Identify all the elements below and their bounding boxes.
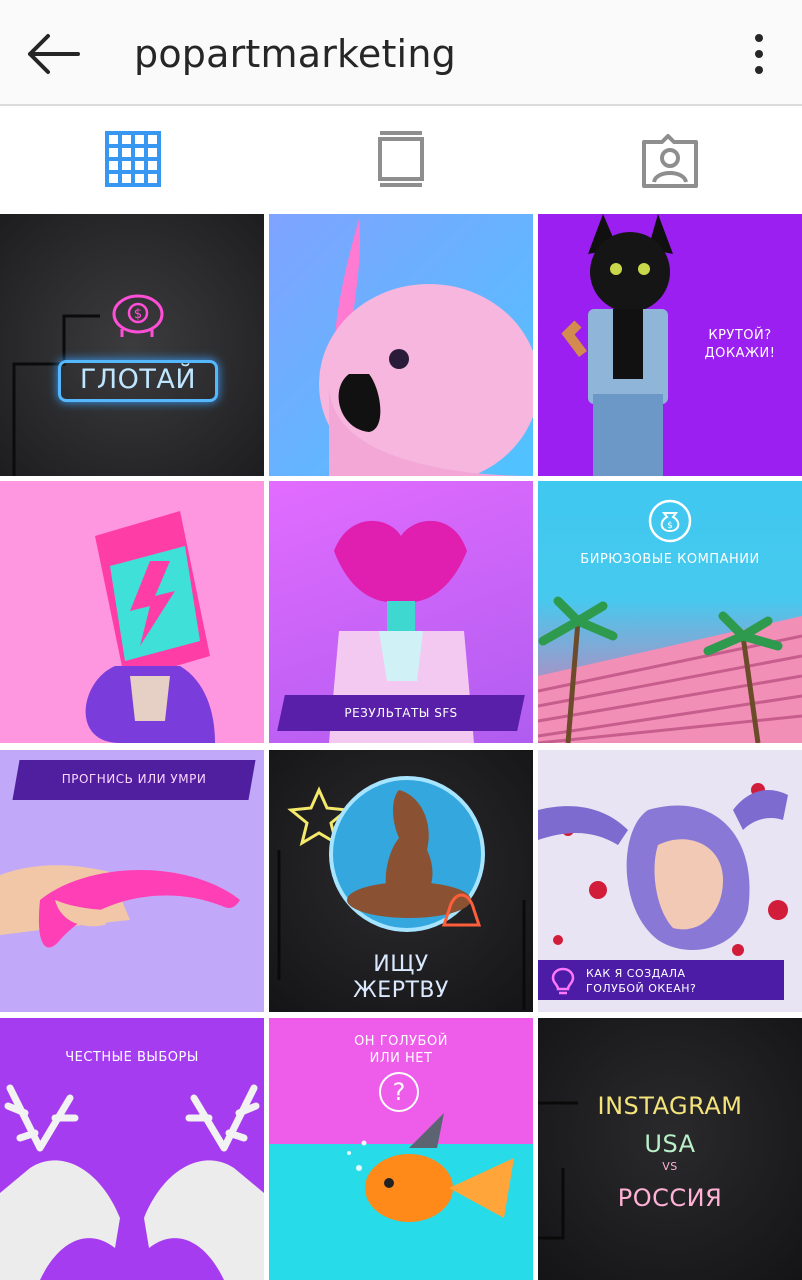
- goldfish-shark-image: [347, 1113, 514, 1222]
- post-caption: РЕЗУЛЬТАТЫ SFS: [344, 706, 458, 720]
- post-caption: КРУТОЙ?: [708, 328, 772, 343]
- svg-text:$: $: [667, 521, 673, 531]
- post-thumbnail[interactable]: $ ГЛОТАЙ: [0, 214, 264, 476]
- piggy-bank-icon: $: [112, 294, 164, 337]
- feed-icon[interactable]: [372, 130, 432, 190]
- grid-icon[interactable]: [104, 130, 164, 190]
- pink-hotel-image: [538, 596, 802, 743]
- post-caption: ДОКАЖИ!: [704, 346, 776, 361]
- post-thumbnail[interactable]: ЧЕСТНЫЕ ВЫБОРЫ: [0, 1018, 264, 1280]
- post-thumbnail[interactable]: РЕЗУЛЬТАТЫ SFS: [269, 481, 533, 743]
- post-caption: КАК Я СОЗДАЛА: [586, 967, 686, 980]
- tagged-icon[interactable]: [640, 130, 700, 190]
- more-vertical-icon[interactable]: [744, 30, 774, 78]
- post-caption: РОССИЯ: [617, 1184, 723, 1212]
- banana-hand-image: [0, 865, 241, 948]
- post-thumbnail[interactable]: КАК Я СОЗДАЛА ГОЛУБОЙ ОКЕАН?: [538, 750, 802, 1012]
- post-thumbnail[interactable]: $ БИРЮЗОВЫЕ КОМПАНИИ: [538, 481, 802, 743]
- post-thumbnail[interactable]: INSTAGRAM USA VS РОССИЯ: [538, 1018, 802, 1280]
- post-thumbnail[interactable]: ПРОГНИСЬ ИЛИ УМРИ: [0, 750, 264, 1012]
- posts-grid: $ ГЛОТАЙ КРУТОЙ? ДОКАЖИ! РЕЗУЛЬТАТЫ SFS …: [0, 214, 802, 1280]
- post-caption: БИРЮЗОВЫЕ КОМПАНИИ: [580, 552, 760, 567]
- money-bag-icon: $: [648, 499, 692, 543]
- deer-image: [0, 1084, 264, 1280]
- top-bar: popartmarketing: [0, 0, 802, 106]
- cockatoo-image: [319, 219, 533, 476]
- post-thumbnail[interactable]: [269, 214, 533, 476]
- post-thumbnail[interactable]: [0, 481, 264, 743]
- post-thumbnail[interactable]: КРУТОЙ? ДОКАЖИ!: [538, 214, 802, 476]
- svg-text:$: $: [134, 307, 142, 322]
- light-bulb-icon: [551, 967, 575, 995]
- energy-can-image: [85, 511, 215, 743]
- post-caption: ГЛОТАЙ: [79, 364, 197, 395]
- post-thumbnail[interactable]: ОН ГОЛУБОЙ ИЛИ НЕТ ?: [269, 1018, 533, 1280]
- post-thumbnail[interactable]: ИЩУ ЖЕРТВУ: [269, 750, 533, 1012]
- post-caption: USA: [644, 1130, 696, 1158]
- post-caption: ЖЕРТВУ: [353, 978, 449, 1003]
- profile-username: popartmarketing: [134, 32, 456, 76]
- arrow-left-icon[interactable]: [22, 30, 84, 78]
- post-caption: VS: [662, 1160, 678, 1173]
- cat-person-image: [561, 214, 673, 476]
- profile-tabs: [0, 106, 802, 212]
- post-caption: INSTAGRAM: [597, 1092, 743, 1120]
- post-caption: ГОЛУБОЙ ОКЕАН?: [586, 982, 697, 995]
- post-caption: ИЩУ: [373, 952, 429, 977]
